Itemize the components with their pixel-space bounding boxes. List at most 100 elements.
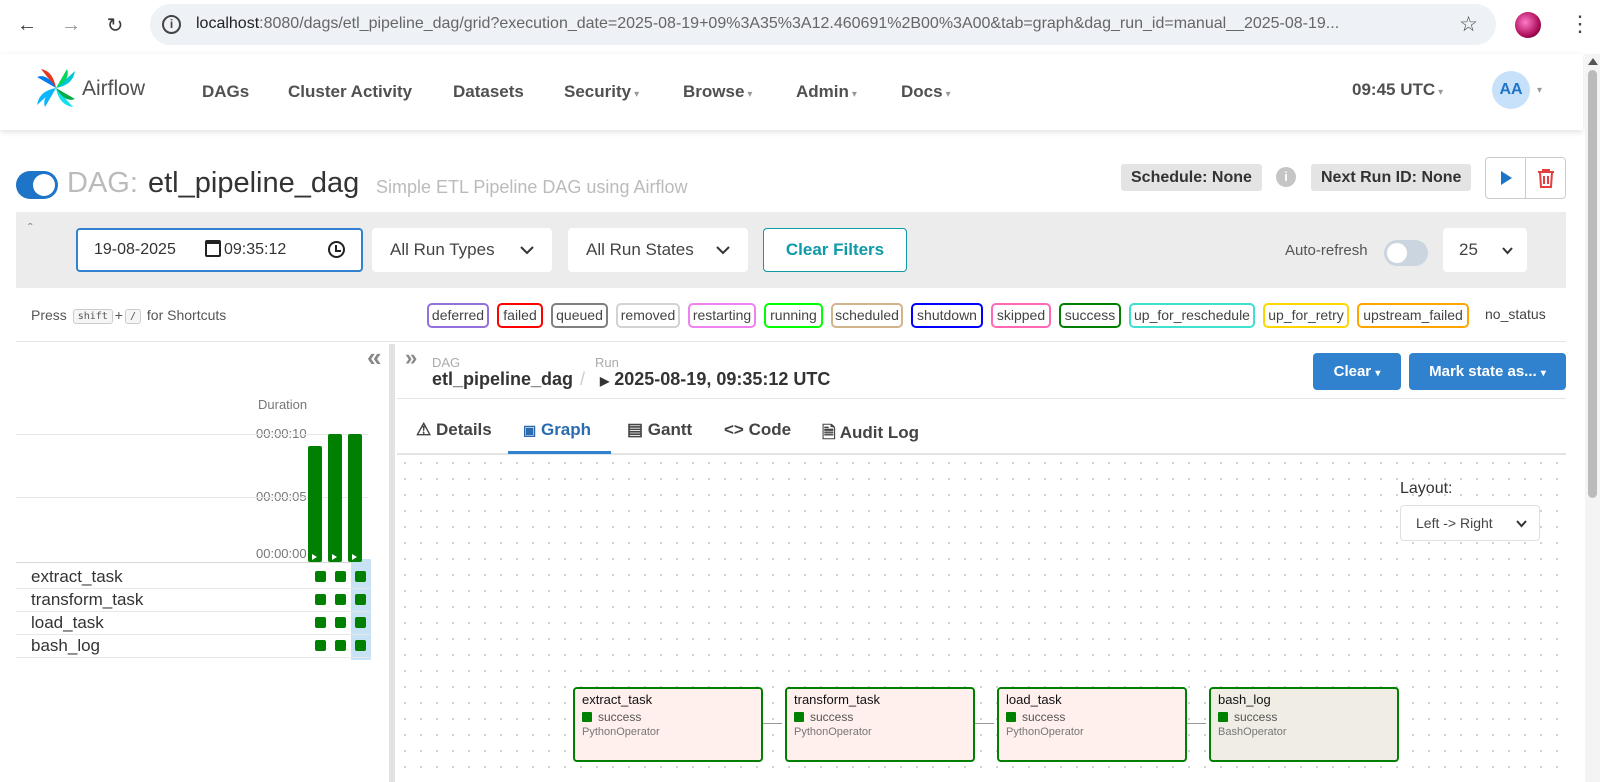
page-scrollbar[interactable] [1585, 54, 1600, 782]
delete-dag-button[interactable] [1525, 158, 1565, 198]
legend-running[interactable]: running [764, 303, 823, 328]
run-states-select[interactable]: All Run States [568, 228, 748, 272]
run-types-select[interactable]: All Run Types [372, 228, 552, 272]
run-duration-bar[interactable] [328, 434, 342, 562]
nav-cluster-activity[interactable]: Cluster Activity [288, 82, 412, 102]
task-name[interactable]: extract_task [31, 567, 123, 587]
chevron-down-icon: ▾ [945, 89, 951, 100]
legend-success[interactable]: success [1059, 303, 1121, 328]
collapse-grid-icon[interactable]: « [367, 344, 381, 370]
url-text[interactable]: localhost:8080/dags/etl_pipeline_dag/gri… [196, 15, 1339, 33]
mark-state-button[interactable]: Mark state as... ▾ [1409, 353, 1566, 390]
chevron-down-icon [716, 228, 730, 272]
caret-right-icon: ▶ [600, 374, 610, 388]
airflow-logo-icon[interactable] [33, 65, 79, 111]
expand-details-icon[interactable]: » [405, 347, 417, 369]
info-icon[interactable]: i [1276, 167, 1296, 187]
task-instance-status[interactable] [355, 617, 366, 628]
task-instance-status[interactable] [315, 617, 326, 628]
graph-canvas[interactable]: Layout: Left -> Right extract_task succe… [397, 455, 1566, 782]
panel-resize-handle[interactable] [389, 344, 395, 782]
task-row[interactable]: extract_task [16, 566, 370, 589]
task-instance-status[interactable] [335, 640, 346, 651]
graph-node-load-task[interactable]: load_task success PythonOperator [997, 687, 1187, 762]
nav-browse[interactable]: Browse ▾ [683, 82, 752, 102]
run-duration-bar[interactable] [308, 446, 322, 562]
scrollbar-thumb[interactable] [1588, 70, 1597, 498]
site-info-icon[interactable]: i [162, 15, 181, 34]
clear-filters-button[interactable]: Clear Filters [763, 228, 907, 272]
task-name[interactable]: load_task [31, 613, 104, 633]
legend-restarting[interactable]: restarting [688, 303, 756, 328]
chevron-down-icon[interactable]: ▾ [1537, 85, 1542, 96]
num-runs-select[interactable]: 25 [1443, 228, 1527, 272]
legend-no-status[interactable]: no_status [1485, 306, 1546, 322]
task-instance-status[interactable] [315, 640, 326, 651]
utc-clock[interactable]: 09:45 UTC ▾ [1352, 80, 1443, 100]
task-instance-status[interactable] [315, 594, 326, 605]
reload-icon[interactable]: ↻ [100, 10, 130, 40]
task-name[interactable]: transform_task [31, 590, 143, 610]
back-arrow-icon[interactable]: ← [12, 10, 42, 40]
base-date-input[interactable]: 19-08-2025 09:35:12 [76, 228, 363, 272]
task-row[interactable]: bash_log [16, 635, 370, 658]
nav-docs[interactable]: Docs ▾ [901, 82, 951, 102]
legend-deferred[interactable]: deferred [427, 303, 489, 328]
nav-dags[interactable]: DAGs [202, 82, 249, 102]
graph-node-extract-task[interactable]: extract_task success PythonOperator [573, 687, 763, 762]
clock-icon[interactable] [328, 241, 345, 258]
breadcrumb-run[interactable]: ▶ 2025-08-19, 09:35:12 UTC [600, 369, 830, 390]
breadcrumb-dag[interactable]: etl_pipeline_dag [432, 369, 573, 390]
tab-gantt[interactable]: ▤ Gantt [627, 420, 692, 440]
task-row[interactable]: load_task [16, 612, 370, 635]
task-row[interactable]: transform_task [16, 589, 370, 612]
airflow-navbar: Airflow DAGs Cluster Activity Datasets S… [0, 54, 1583, 130]
tab-audit-log[interactable]: 🗎 Audit Log [822, 420, 919, 449]
task-instance-status[interactable] [335, 571, 346, 582]
dag-pause-toggle[interactable] [16, 171, 58, 199]
legend-queued[interactable]: queued [551, 303, 608, 328]
shift-key: shift [72, 309, 113, 324]
tab-graph[interactable]: ▣ Graph [523, 420, 591, 440]
airflow-logo-text[interactable]: Airflow [82, 77, 145, 101]
legend-failed[interactable]: failed [497, 303, 543, 328]
calendar-icon[interactable] [205, 240, 221, 257]
time-value[interactable]: 09:35:12 [224, 241, 286, 259]
nav-datasets[interactable]: Datasets [453, 82, 524, 102]
tab-code[interactable]: <> Code [724, 420, 791, 440]
nav-admin[interactable]: Admin ▾ [796, 82, 857, 102]
task-instance-status[interactable] [335, 617, 346, 628]
graph-node-bash-log[interactable]: bash_log success BashOperator [1209, 687, 1399, 762]
task-name[interactable]: bash_log [31, 636, 100, 656]
auto-refresh-toggle[interactable] [1384, 240, 1428, 266]
status-square [794, 712, 804, 722]
task-instance-status[interactable] [355, 594, 366, 605]
forward-arrow-icon[interactable]: → [56, 10, 86, 40]
user-avatar[interactable]: AA [1492, 71, 1530, 109]
task-instance-status[interactable] [355, 640, 366, 651]
nav-security[interactable]: Security ▾ [564, 82, 639, 102]
scroll-up-arrow-icon[interactable] [1588, 58, 1598, 65]
layout-select[interactable]: Left -> Right [1400, 505, 1540, 541]
legend-upstream-failed[interactable]: upstream_failed [1357, 303, 1469, 328]
legend-shutdown[interactable]: shutdown [911, 303, 983, 328]
legend-skipped[interactable]: skipped [991, 303, 1051, 328]
legend-scheduled[interactable]: scheduled [831, 303, 903, 328]
date-value[interactable]: 19-08-2025 [94, 241, 176, 259]
task-instance-status[interactable] [335, 594, 346, 605]
chevron-up-icon[interactable]: ˆ [28, 220, 33, 236]
address-bar[interactable]: i localhost:8080/dags/etl_pipeline_dag/g… [150, 4, 1496, 45]
legend-up-for-reschedule[interactable]: up_for_reschedule [1129, 303, 1255, 328]
browser-profile-avatar[interactable] [1515, 12, 1541, 38]
trigger-dag-button[interactable] [1486, 158, 1525, 198]
clear-button[interactable]: Clear ▾ [1313, 353, 1401, 390]
browser-menu-icon[interactable]: ⋮ [1569, 10, 1591, 38]
legend-removed[interactable]: removed [616, 303, 680, 328]
legend-up-for-retry[interactable]: up_for_retry [1263, 303, 1349, 328]
task-instance-status[interactable] [315, 571, 326, 582]
bookmark-star-icon[interactable]: ☆ [1459, 12, 1478, 37]
run-duration-bar[interactable] [348, 434, 362, 562]
tab-details[interactable]: ⚠ Details [416, 420, 492, 440]
graph-node-transform-task[interactable]: transform_task success PythonOperator [785, 687, 975, 762]
task-instance-status[interactable] [355, 571, 366, 582]
